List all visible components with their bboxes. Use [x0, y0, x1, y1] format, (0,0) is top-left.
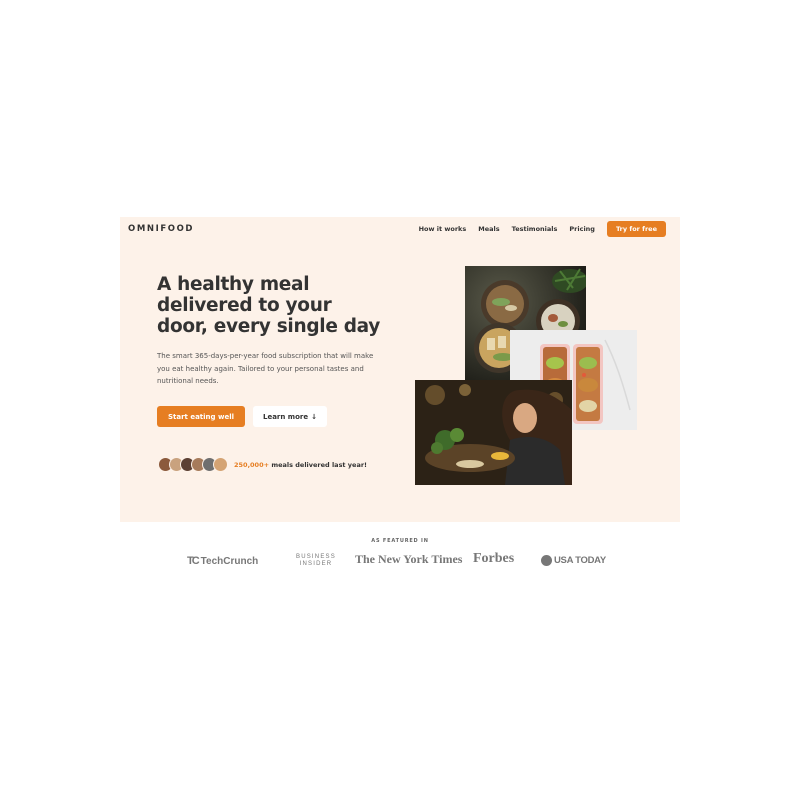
techcrunch-text: TechCrunch	[200, 555, 259, 567]
nav-meals[interactable]: Meals	[478, 225, 499, 233]
usatoday-text: USA TODAY	[554, 555, 606, 566]
nav-testimonials[interactable]: Testimonials	[512, 225, 558, 233]
techcrunch-logo: TC TechCrunch	[187, 555, 258, 567]
business-insider-line2: INSIDER	[299, 561, 333, 567]
nav-pricing[interactable]: Pricing	[569, 225, 595, 233]
header: OMNIFOOD How it works Meals Testimonials…	[120, 217, 680, 243]
nav-how-it-works[interactable]: How it works	[419, 225, 467, 233]
techcrunch-mark-icon: TC	[187, 555, 200, 567]
hero-description: The smart 365-days-per-year food subscri…	[157, 352, 374, 385]
try-for-free-button[interactable]: Try for free	[606, 221, 666, 237]
learn-more-button[interactable]: Learn more ↓	[253, 406, 327, 427]
customer-avatars	[158, 457, 228, 472]
nyt-logo: The New York Times	[355, 552, 463, 566]
delivered-text: 250,000+ meals delivered last year!	[234, 461, 367, 469]
start-eating-well-button[interactable]: Start eating well	[157, 406, 245, 427]
usatoday-logo: USA TODAY	[541, 555, 606, 566]
usatoday-dot-icon	[541, 555, 552, 566]
business-insider-logo: BUSINESS INSIDER	[296, 554, 336, 568]
forbes-logo: Forbes	[473, 551, 515, 566]
arrow-down-icon: ↓	[311, 412, 317, 421]
featured-logos: TC TechCrunch BUSINESS INSIDER The New Y…	[187, 550, 607, 572]
hero-title: A healthy meal delivered to your door, e…	[157, 274, 381, 337]
main-nav: How it works Meals Testimonials Pricing …	[419, 221, 666, 237]
woman-eating-image	[415, 380, 572, 485]
learn-more-label: Learn more	[263, 412, 309, 421]
hero-section: OMNIFOOD How it works Meals Testimonials…	[120, 217, 680, 522]
delivered-meals: 250,000+ meals delivered last year!	[158, 457, 367, 472]
delivered-caption: meals delivered last year!	[271, 460, 368, 469]
logo[interactable]: OMNIFOOD	[128, 224, 194, 234]
delivered-count: 250,000+	[234, 460, 270, 469]
business-insider-line1: BUSINESS	[296, 554, 336, 560]
avatar	[213, 457, 228, 472]
featured-label: AS FEATURED IN	[371, 538, 429, 544]
